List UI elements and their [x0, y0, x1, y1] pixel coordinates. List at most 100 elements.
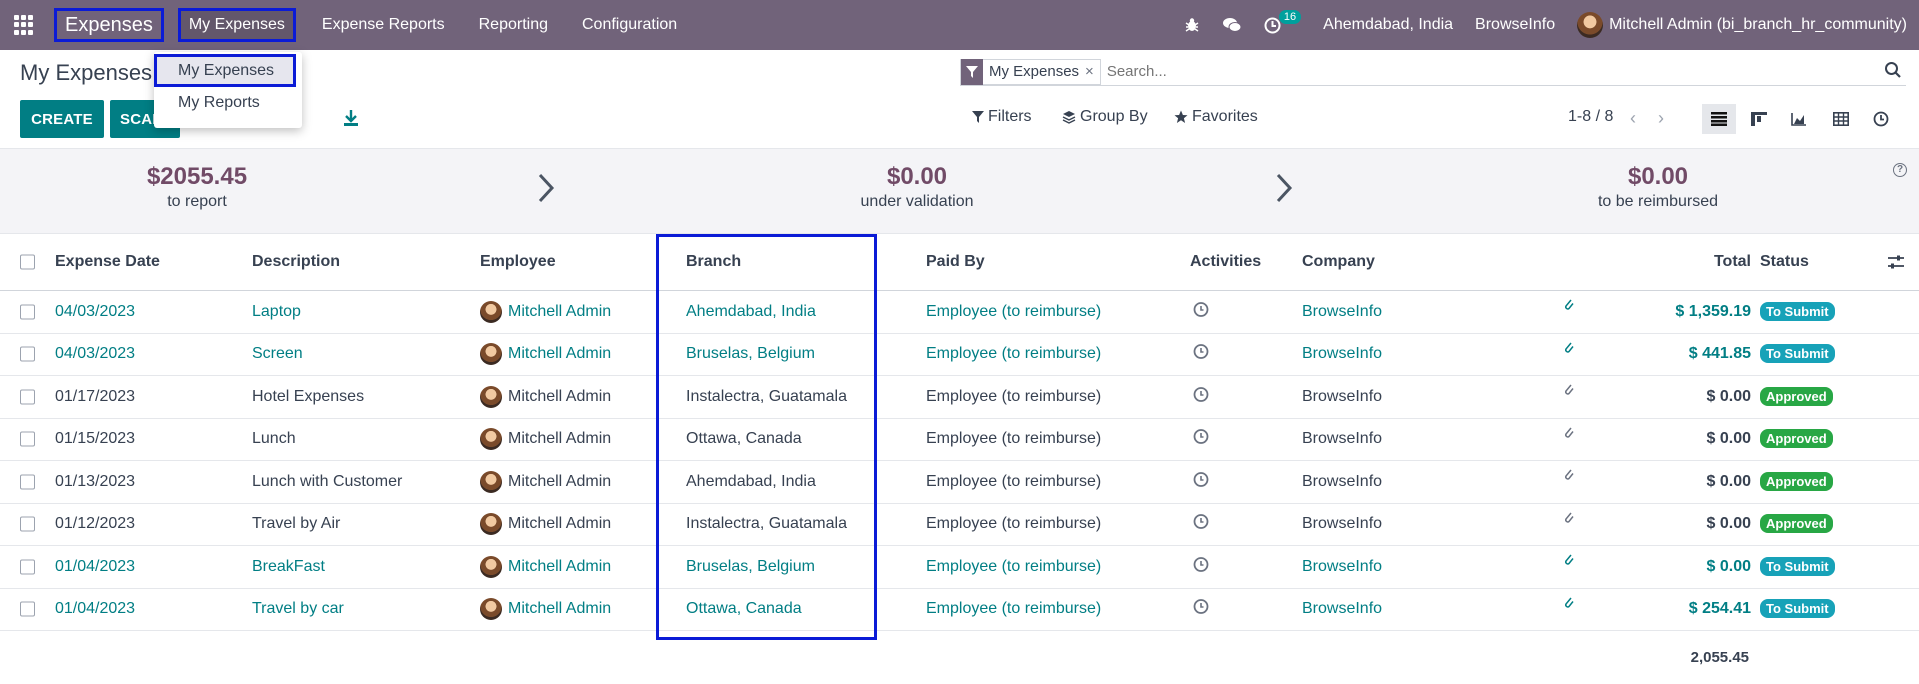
pivot-view-button[interactable] — [1824, 104, 1858, 134]
column-settings-icon[interactable] — [1887, 254, 1905, 270]
cell-company: BrowseInfo — [1302, 600, 1383, 618]
groupby-toggle[interactable]: Group By — [1062, 108, 1148, 126]
activity-clock-icon[interactable] — [1193, 344, 1209, 365]
clock-icon — [1873, 111, 1889, 127]
column-status[interactable]: Status — [1760, 253, 1809, 271]
status-badge: Approved — [1760, 429, 1833, 449]
attachment-icon[interactable] — [1563, 297, 1575, 313]
search-input[interactable] — [1106, 63, 1807, 80]
activity-clock-icon[interactable] — [1193, 301, 1209, 322]
employee-name: Mitchell Admin — [508, 600, 612, 618]
bug-icon[interactable] — [1184, 17, 1200, 33]
branch-switcher[interactable]: Ahemdabad, India — [1323, 16, 1453, 34]
column-description[interactable]: Description — [252, 253, 340, 271]
row-checkbox[interactable] — [20, 516, 35, 532]
column-total[interactable]: Total — [1714, 253, 1751, 271]
attachment-icon[interactable] — [1563, 340, 1575, 356]
cell-company: BrowseInfo — [1302, 387, 1383, 405]
cell-employee[interactable]: Mitchell Admin — [480, 598, 612, 621]
menu-expense-reports[interactable]: Expense Reports — [314, 8, 453, 42]
pager-previous-icon[interactable]: ‹ — [1630, 108, 1636, 129]
user-menu[interactable]: Mitchell Admin (bi_branch_hr_community) — [1577, 12, 1907, 38]
search-icon[interactable] — [1884, 61, 1902, 79]
select-all-checkbox[interactable] — [20, 254, 35, 270]
cell-employee[interactable]: Mitchell Admin — [480, 343, 611, 366]
menu-reporting[interactable]: Reporting — [471, 8, 556, 42]
table-row[interactable]: 01/17/2023 Hotel Expenses Mitchell Admin… — [0, 376, 1919, 419]
cell-description: Screen — [252, 345, 303, 363]
row-checkbox[interactable] — [20, 389, 35, 405]
cell-status: Approved — [1760, 429, 1833, 449]
attachment-icon[interactable] — [1563, 552, 1575, 568]
attachment-icon[interactable] — [1563, 382, 1575, 398]
activity-count-badge: 16 — [1278, 10, 1302, 24]
page-title: My Expenses — [20, 60, 153, 85]
row-checkbox[interactable] — [20, 559, 35, 575]
status-badge: Approved — [1760, 471, 1833, 491]
cell-branch: Bruselas, Belgium — [686, 557, 815, 575]
employee-avatar — [480, 555, 502, 578]
column-employee[interactable]: Employee — [480, 253, 556, 271]
cell-employee[interactable]: Mitchell Admin — [480, 470, 611, 493]
download-icon[interactable] — [342, 108, 360, 128]
filters-toggle[interactable]: Filters — [972, 108, 1032, 126]
cell-company: BrowseInfo — [1302, 557, 1383, 575]
cell-employee[interactable]: Mitchell Admin — [480, 555, 611, 578]
activity-clock-icon[interactable] — [1193, 556, 1209, 577]
column-company[interactable]: Company — [1302, 253, 1375, 271]
search-bar: My Expenses × — [960, 58, 1906, 86]
activity-clock-icon[interactable] — [1193, 599, 1209, 620]
summary-to-report[interactable]: $2055.45 to report — [47, 163, 347, 211]
pager-next-icon[interactable]: › — [1658, 108, 1664, 129]
table-row[interactable]: 01/12/2023 Travel by Air Mitchell Admin … — [0, 504, 1919, 546]
row-checkbox[interactable] — [20, 346, 35, 362]
activity-clock-icon[interactable] — [1193, 429, 1209, 450]
column-activities[interactable]: Activities — [1190, 253, 1261, 271]
row-checkbox[interactable] — [20, 474, 35, 490]
list-view-button[interactable] — [1702, 104, 1736, 134]
table-row[interactable]: 04/03/2023 Screen Mitchell Admin Brusela… — [0, 334, 1919, 376]
column-branch[interactable]: Branch — [686, 253, 741, 271]
table-row[interactable]: 01/15/2023 Lunch Mitchell Admin Ottawa, … — [0, 419, 1919, 461]
chat-icon[interactable] — [1222, 17, 1242, 33]
row-checkbox[interactable] — [20, 304, 35, 320]
cell-employee[interactable]: Mitchell Admin — [480, 428, 611, 451]
cell-employee[interactable]: Mitchell Admin — [480, 385, 611, 408]
activity-clock-icon[interactable] — [1193, 514, 1209, 535]
cell-employee[interactable]: Mitchell Admin — [480, 513, 611, 536]
summary-to-be-reimbursed[interactable]: $0.00 to be reimbursed — [1508, 163, 1808, 211]
kanban-view-button[interactable] — [1742, 104, 1776, 134]
table-row[interactable]: 01/13/2023 Lunch with Customer Mitchell … — [0, 461, 1919, 504]
dropdown-item-my-reports[interactable]: My Reports — [178, 94, 260, 112]
summary-under-validation[interactable]: $0.00 under validation — [767, 163, 1067, 211]
attachment-icon[interactable] — [1563, 595, 1575, 611]
dropdown-item-my-expenses[interactable]: My Expenses — [154, 54, 296, 87]
create-button[interactable]: CREATE — [20, 100, 104, 138]
status-badge: To Submit — [1760, 599, 1835, 619]
menu-my-expenses[interactable]: My Expenses — [177, 8, 296, 42]
cell-employee[interactable]: Mitchell Admin — [480, 300, 611, 323]
menu-configuration[interactable]: Configuration — [574, 8, 685, 42]
table-row[interactable]: 01/04/2023 Travel by car Mitchell Admin … — [0, 589, 1919, 631]
attachment-icon[interactable] — [1563, 467, 1575, 483]
column-expense-date[interactable]: Expense Date — [55, 253, 160, 271]
app-name[interactable]: Expenses — [54, 8, 164, 42]
activity-clock-icon[interactable] — [1193, 471, 1209, 492]
help-icon[interactable]: ? — [1893, 163, 1907, 177]
activity-clock-icon[interactable] — [1193, 386, 1209, 407]
activity-view-button[interactable] — [1864, 104, 1898, 134]
graph-view-button[interactable] — [1782, 104, 1816, 134]
attachment-icon[interactable] — [1563, 425, 1575, 441]
apps-menu-icon[interactable] — [14, 15, 34, 35]
row-checkbox[interactable] — [20, 431, 35, 447]
company-switcher[interactable]: BrowseInfo — [1475, 16, 1555, 34]
row-checkbox[interactable] — [20, 601, 35, 617]
table-row[interactable]: 01/04/2023 BreakFast Mitchell Admin Brus… — [0, 546, 1919, 589]
facet-remove-icon[interactable]: × — [1085, 63, 1100, 80]
favorites-toggle[interactable]: Favorites — [1174, 108, 1258, 126]
activity-icon[interactable]: 16 — [1264, 10, 1302, 34]
attachment-icon[interactable] — [1563, 510, 1575, 526]
table-row[interactable]: 04/03/2023 Laptop Mitchell Admin Ahemdab… — [0, 291, 1919, 334]
column-paid-by[interactable]: Paid By — [926, 253, 985, 271]
pager-value[interactable]: 1-8 / 8 — [1568, 108, 1613, 126]
